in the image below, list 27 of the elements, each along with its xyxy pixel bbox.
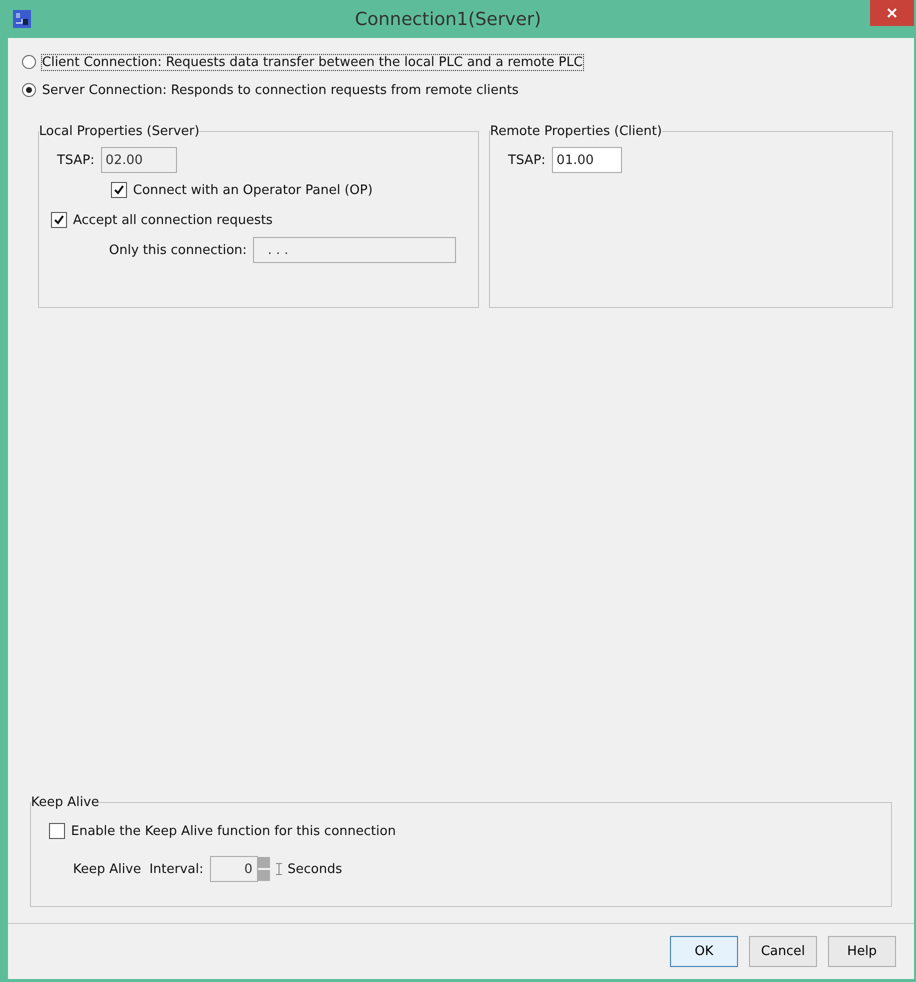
radio-label[interactable]: Server Connection: Responds to connection requests from remote clients <box>42 82 519 98</box>
unit-label: Seconds <box>288 862 342 876</box>
checkbox-label: Accept all connection requests <box>73 212 273 228</box>
checkbox[interactable] <box>49 823 65 839</box>
app-icon <box>12 9 32 29</box>
tsap-field[interactable]: 01.00 <box>552 147 622 173</box>
checkbox[interactable] <box>111 182 127 198</box>
radio-button[interactable] <box>22 55 36 69</box>
window-title: Connection1(Server) <box>354 8 542 30</box>
tsap-label: TSAP: <box>508 152 546 168</box>
radio-label[interactable]: Client Connection: Requests data transfer between the local PLC and a remote PLC <box>42 54 583 70</box>
close-button[interactable] <box>870 0 914 26</box>
only-connection-label: Only this connection: <box>109 242 247 258</box>
group-title: Remote Properties (Client) <box>490 124 662 139</box>
radio-button[interactable] <box>22 83 36 97</box>
text-cursor-icon <box>276 863 282 875</box>
interval-label: Keep Alive Interval: <box>73 862 204 876</box>
group-title: Local Properties (Server) <box>39 124 200 139</box>
dialog-button[interactable]: Cancel <box>749 936 817 967</box>
dialog-button[interactable]: Help <box>828 936 896 967</box>
checkbox-label: Connect with an Operator Panel (OP) <box>133 182 373 198</box>
tsap-label: TSAP: <box>57 152 95 168</box>
group-title: Keep Alive <box>31 795 100 810</box>
close-icon[interactable] <box>887 8 897 18</box>
dialog-button[interactable]: OK <box>670 936 738 967</box>
checkbox[interactable] <box>51 212 67 228</box>
checkbox-label: Enable the Keep Alive function for this connection <box>71 824 396 838</box>
